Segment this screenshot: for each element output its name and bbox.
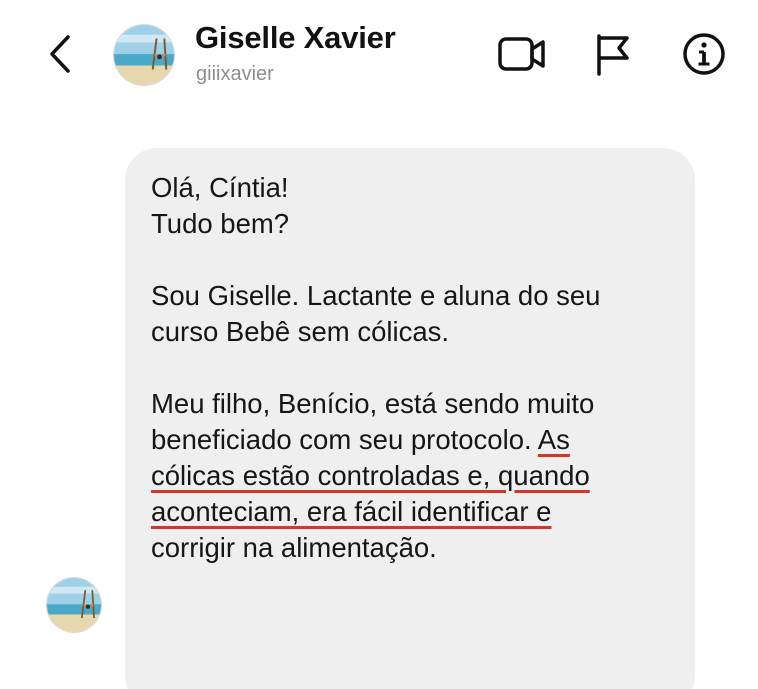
info-button[interactable] (676, 30, 732, 78)
highlighted-text: As (537, 424, 570, 455)
report-flag-button[interactable] (588, 30, 638, 78)
beach-photo-icon (47, 578, 101, 632)
message-line: Meu filho, Benício, está sendo muito (151, 388, 595, 419)
highlighted-text: cólicas estão controladas e, quando (151, 460, 590, 491)
message-line: beneficiado com seu protocolo. As (151, 422, 669, 458)
sender-avatar[interactable] (46, 577, 102, 633)
beach-photo-icon (114, 25, 174, 85)
flag-icon (597, 34, 629, 76)
contact-username: giiixavier (196, 63, 274, 85)
message-paragraph-body: Meu filho, Benício, está sendo muito ben… (151, 386, 669, 566)
back-chevron-icon (50, 35, 70, 73)
message-line: Tudo bem? (151, 208, 290, 239)
message-line: Olá, Cíntia! (151, 172, 289, 203)
chat-screen: Giselle Xavier giiixavier Olá, Cíntia! T… (0, 0, 758, 689)
highlighted-text: aconteciam, era fácil identificar e (151, 496, 552, 527)
message-line: corrigir na alimentação. (151, 532, 437, 563)
message-paragraph-greeting: Olá, Cíntia! Tudo bem? (151, 170, 669, 242)
video-call-icon (498, 37, 545, 71)
message-line: cólicas estão controladas e, quando (151, 458, 669, 494)
video-call-button[interactable] (492, 30, 552, 78)
message-bubble[interactable]: Olá, Cíntia! Tudo bem? Sou Giselle. Lact… (125, 148, 695, 689)
chat-header: Giselle Xavier giiixavier (0, 0, 758, 100)
message-text: beneficiado com seu protocolo. (151, 424, 538, 455)
message-line: Sou Giselle. Lactante e aluna do seu (151, 280, 601, 311)
info-icon (683, 33, 725, 75)
message-line: curso Bebê sem cólicas. (151, 316, 450, 347)
avatar[interactable] (113, 24, 175, 86)
contact-name[interactable]: Giselle Xavier (195, 20, 396, 56)
message-line: aconteciam, era fácil identificar e (151, 494, 669, 530)
message-paragraph-intro: Sou Giselle. Lactante e aluna do seu cur… (151, 278, 669, 350)
back-button[interactable] (38, 30, 82, 78)
